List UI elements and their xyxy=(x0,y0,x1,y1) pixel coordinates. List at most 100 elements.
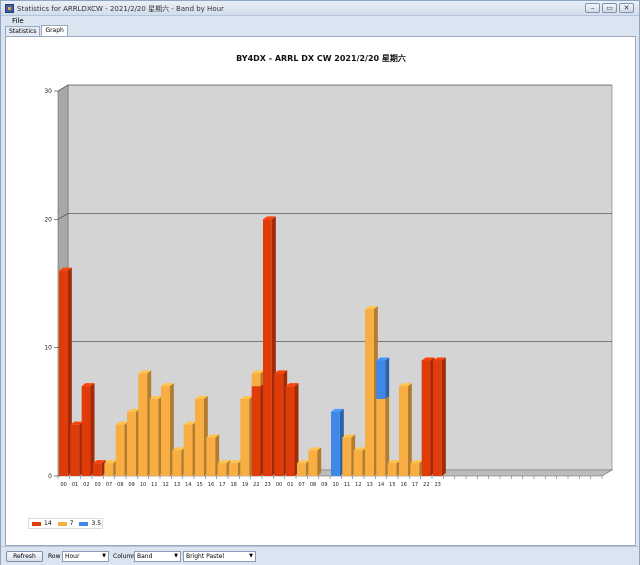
bar xyxy=(240,399,250,476)
bar xyxy=(149,399,159,476)
x-tick-label: 23 xyxy=(264,482,270,488)
legend-item: 14 xyxy=(32,520,52,527)
chevron-down-icon: ▼ xyxy=(174,553,178,559)
x-tick-label: 07 xyxy=(298,482,304,488)
bar xyxy=(308,450,318,476)
legend-swatch xyxy=(57,521,67,526)
bar xyxy=(410,463,420,476)
bar xyxy=(387,463,397,476)
bar xyxy=(115,424,125,476)
chart-legend: 14 7 3.5 xyxy=(28,518,103,529)
bar xyxy=(399,386,408,476)
bar xyxy=(93,463,102,476)
row-label: Row xyxy=(48,553,61,560)
x-tick-label: 01 xyxy=(72,482,78,488)
legend-item: 3.5 xyxy=(79,520,101,527)
bottom-toolbar: Refresh Row Hour ▼ Column Band ▼ Bright … xyxy=(1,546,639,565)
x-tick-label: 17 xyxy=(219,482,225,488)
bar xyxy=(127,411,136,476)
chevron-down-icon: ▼ xyxy=(249,553,253,559)
x-tick-label: 11 xyxy=(151,482,157,488)
bar xyxy=(217,463,227,476)
x-tick-label: 08 xyxy=(117,482,123,488)
column-select-value: Band xyxy=(137,553,153,560)
bar-side xyxy=(407,383,412,476)
bar xyxy=(59,270,68,476)
chevron-down-icon: ▼ xyxy=(102,553,106,559)
column-label: Column xyxy=(113,553,136,560)
bar xyxy=(251,386,261,476)
column-select[interactable]: Band ▼ xyxy=(134,551,181,562)
x-tick-label: 22 xyxy=(423,482,429,488)
bar xyxy=(104,463,114,476)
row-select[interactable]: Hour ▼ xyxy=(62,551,109,562)
x-tick-label: 12 xyxy=(355,482,361,488)
bar xyxy=(195,399,204,476)
bar xyxy=(376,399,386,476)
y-tick-label: 0 xyxy=(48,473,52,480)
bar xyxy=(161,386,170,476)
bar-side xyxy=(441,357,446,476)
x-tick-label: 09 xyxy=(321,482,327,488)
x-tick-label: 09 xyxy=(128,482,134,488)
bar xyxy=(376,360,386,399)
x-tick-label: 02 xyxy=(83,482,89,488)
y-tick-label: 10 xyxy=(44,345,52,352)
x-tick-label: 07 xyxy=(106,482,112,488)
legend-swatch xyxy=(32,521,41,526)
palette-select-value: Bright Pastel xyxy=(186,553,224,560)
bar xyxy=(206,437,216,476)
bar xyxy=(433,360,442,476)
bar xyxy=(70,424,80,476)
y-tick-label: 20 xyxy=(44,216,52,223)
bar xyxy=(172,450,182,476)
x-tick-label: 22 xyxy=(253,482,259,488)
legend-label: 14 xyxy=(44,520,52,527)
bar-side xyxy=(385,357,390,399)
x-tick-label: 16 xyxy=(400,482,406,488)
y-tick-label: 30 xyxy=(44,88,52,95)
x-tick-label: 15 xyxy=(389,482,395,488)
x-tick-label: 13 xyxy=(174,482,180,488)
bar xyxy=(342,437,352,476)
x-tick-label: 13 xyxy=(366,482,372,488)
x-tick-label: 11 xyxy=(344,482,350,488)
bar xyxy=(263,219,272,477)
bar xyxy=(183,424,193,476)
bar xyxy=(81,386,91,476)
bar xyxy=(274,373,284,476)
bar xyxy=(421,360,431,476)
x-tick-label: 10 xyxy=(332,482,338,488)
row-select-value: Hour xyxy=(65,553,80,560)
bar-side xyxy=(90,383,95,476)
legend-label: 7 xyxy=(69,520,74,527)
bar-chart: 010203000 01 02 03 07 08 09 10 11 12 13 14 15 16 17 18 1… xyxy=(44,84,614,488)
x-tick-label: 03 xyxy=(94,482,100,488)
bar-side xyxy=(317,447,322,476)
statistics-window: Statistics for ARRLDXCW - 2021/2/20 星期六 … xyxy=(0,0,640,565)
legend-item: 7 xyxy=(57,520,74,527)
bar xyxy=(285,386,295,476)
refresh-button[interactable]: Refresh xyxy=(6,551,43,562)
x-tick-label: 19 xyxy=(242,482,248,488)
x-tick-label: 14 xyxy=(185,482,191,488)
bar-side xyxy=(294,383,299,476)
bar xyxy=(251,373,261,387)
bar xyxy=(331,411,340,476)
x-tick-label: 10 xyxy=(140,482,146,488)
legend-label: 3.5 xyxy=(91,520,102,527)
x-tick-label: 17 xyxy=(412,482,418,488)
bar xyxy=(297,463,306,476)
x-tick-label: 16 xyxy=(208,482,214,488)
x-tick-label: 08 xyxy=(310,482,316,488)
x-tick-label: 00 xyxy=(276,482,282,488)
bar xyxy=(353,450,363,476)
bar xyxy=(138,373,148,476)
x-tick-label: 12 xyxy=(162,482,168,488)
bar xyxy=(229,463,238,476)
x-tick-label: 14 xyxy=(378,482,384,488)
x-tick-label: 15 xyxy=(196,482,202,488)
bar xyxy=(365,309,374,476)
palette-select[interactable]: Bright Pastel ▼ xyxy=(183,551,256,562)
x-tick-label: 23 xyxy=(434,482,440,488)
